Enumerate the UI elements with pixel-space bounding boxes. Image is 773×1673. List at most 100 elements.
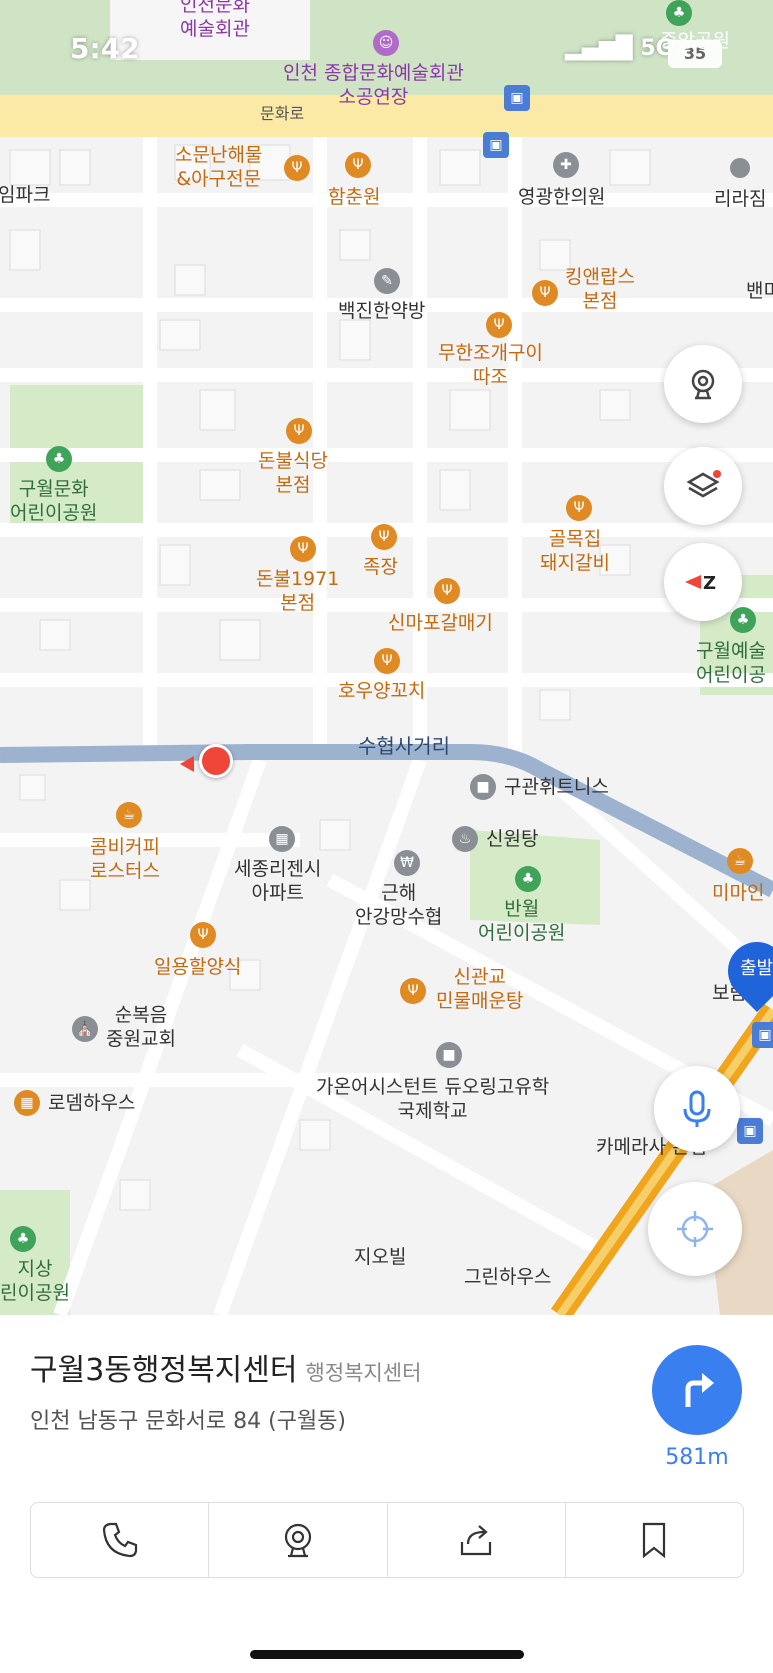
crosshair-icon <box>677 1211 713 1247</box>
poi-sumunnan[interactable]: 소문난해물 &아구전문 <box>175 144 262 192</box>
restaurant-icon: Ψ <box>290 536 316 562</box>
place-name: 구월3동행정복지센터 <box>30 1353 298 1388</box>
poi-baekjin[interactable]: 백진한약방 <box>338 300 425 324</box>
poi-guwol-park[interactable]: 구월문화 어린이공원 <box>10 478 97 526</box>
poi-geunhae[interactable]: 근해 안강망수협 <box>355 882 442 930</box>
poi-green[interactable]: 그린하우스 <box>464 1266 551 1290</box>
poi-banwol[interactable]: 반월 어린이공원 <box>478 898 565 946</box>
place-address: 인천 남동구 문화서로 84 (구월동) <box>30 1409 347 1434</box>
poi-mimain[interactable]: 미마인 <box>712 882 764 906</box>
poi-baemi[interactable]: 밴미 <box>746 280 773 304</box>
poi-sinwon[interactable]: 신원탕 <box>486 828 538 852</box>
roadview-icon <box>284 1523 311 1558</box>
bath-icon: ♨ <box>452 826 478 852</box>
poi-sinmapo[interactable]: 신마포갈매기 <box>388 612 493 636</box>
poi-incheon-art-hall[interactable]: 인천 종합문화예술회관 소공연장 <box>283 62 464 110</box>
culture-icon: ☺ <box>373 30 399 56</box>
current-location-marker[interactable] <box>199 744 233 778</box>
poi-impark[interactable]: 임파크 <box>0 184 50 208</box>
call-button[interactable] <box>31 1503 210 1577</box>
poi-rirajim[interactable]: 리라짐 <box>714 188 766 212</box>
restaurant-icon: Ψ <box>345 152 371 178</box>
place-icon: ■ <box>436 1042 462 1068</box>
poi-kingnlobs[interactable]: 킹앤랍스 본점 <box>565 266 635 314</box>
poi-ilyong[interactable]: 일용할양식 <box>154 956 241 980</box>
place-icon: ■ <box>470 774 496 800</box>
poi-gaon[interactable]: 가온어시스턴트 듀오링고유학 국제학교 <box>316 1076 549 1124</box>
compass-icon: Z <box>685 573 716 594</box>
restaurant-icon: Ψ <box>284 155 310 181</box>
bookmark-icon <box>643 1522 666 1559</box>
voice-search-button[interactable] <box>654 1066 740 1152</box>
place-title[interactable]: 구월3동행정복지센터 행정복지센터 <box>30 1345 421 1389</box>
action-bar <box>30 1502 744 1578</box>
bank-icon: ₩ <box>394 850 420 876</box>
restaurant-icon: Ψ <box>486 312 512 338</box>
bus-stop-icon[interactable]: ▣ <box>504 85 530 111</box>
poi-jisang[interactable]: 지상 린이공원 <box>0 1258 70 1306</box>
poi-gugwan[interactable]: 구관휘트니스 <box>504 776 609 800</box>
poi-singwangyo[interactable]: 신관교 민물매운탕 <box>436 966 523 1014</box>
place-category: 행정복지센터 <box>305 1361 422 1385</box>
map-view[interactable]: 5:42 ▂▄▆█ 5G 35 문화로 수협사거리 인천문화 예술회관 ☺ 인천 … <box>0 0 773 1315</box>
layers-icon <box>686 470 721 498</box>
poi-lodem[interactable]: 로뎀하우스 <box>48 1092 135 1116</box>
compass-button[interactable]: Z <box>664 543 742 621</box>
hospital-icon: ✚ <box>553 152 579 178</box>
road-label-suhyeop: 수협사거리 <box>358 734 450 758</box>
status-network: ▂▄▆█ 5G <box>565 36 674 61</box>
restaurant-icon: Ψ <box>374 648 400 674</box>
poi-golmok[interactable]: 골목집 돼지갈비 <box>540 528 610 576</box>
restaurant-icon: Ψ <box>371 524 397 550</box>
share-icon <box>461 1525 492 1556</box>
svg-text:Z: Z <box>703 573 716 594</box>
coffee-icon: ☕ <box>727 848 753 874</box>
poi-jungang-park[interactable]: 중앙공원 <box>660 30 730 54</box>
tree-icon: ♣ <box>10 1226 36 1252</box>
poi-incheon-art-hall-top[interactable]: 인천문화 예술회관 <box>180 0 250 42</box>
poi-donbul[interactable]: 돈불식당 본점 <box>258 450 328 498</box>
poi-houyang[interactable]: 호우양꼬치 <box>338 680 425 704</box>
restaurant-icon: Ψ <box>532 280 558 306</box>
poi-donbul1971[interactable]: 돈불1971 본점 <box>256 568 339 616</box>
roadview-action-button[interactable] <box>209 1503 388 1577</box>
poi-youngkwang[interactable]: 영광한의원 <box>518 186 605 210</box>
signal-icon: ▂▄▆█ <box>565 36 633 61</box>
bus-stop-icon[interactable]: ▣ <box>737 1118 763 1144</box>
heading-arrow-icon <box>180 756 194 772</box>
tree-icon: ♣ <box>666 0 692 26</box>
place-icon <box>730 158 750 178</box>
roadview-button[interactable] <box>664 345 742 423</box>
restaurant-icon: Ψ <box>566 495 592 521</box>
poi-sunbok[interactable]: 순복음 중원교회 <box>106 1004 176 1052</box>
poi-guwol-art-park[interactable]: 구월예술 어린이공 <box>696 640 766 688</box>
restaurant-icon: Ψ <box>190 922 216 948</box>
poi-sejong[interactable]: 세종리젠시 아파트 <box>234 858 321 906</box>
directions-button[interactable] <box>652 1345 742 1435</box>
restaurant-icon: Ψ <box>434 578 460 604</box>
tree-icon: ♣ <box>730 607 756 633</box>
departure-label: 출발 <box>740 958 773 979</box>
roadview-icon <box>691 369 715 400</box>
phone-icon <box>102 1522 137 1558</box>
bus-stop-icon[interactable]: ▣ <box>752 1022 773 1048</box>
home-indicator <box>250 1650 524 1659</box>
restaurant-icon: Ψ <box>400 978 426 1004</box>
apartment-icon: ▦ <box>269 826 295 852</box>
apartment-icon: ▦ <box>14 1090 40 1116</box>
poi-jiobil[interactable]: 지오빌 <box>354 1246 406 1270</box>
turn-right-arrow-icon <box>685 1373 714 1407</box>
place-info-sheet[interactable]: 구월3동행정복지센터 행정복지센터 인천 남동구 문화서로 84 (구월동) 58… <box>0 1315 773 1673</box>
restaurant-icon: Ψ <box>286 418 312 444</box>
poi-kombi[interactable]: 콤비커피 로스터스 <box>90 836 160 884</box>
layers-button[interactable] <box>664 447 742 525</box>
poi-muhanjo[interactable]: 무한조개구이 따조 <box>438 342 543 390</box>
share-button[interactable] <box>388 1503 566 1577</box>
my-location-button[interactable] <box>648 1182 742 1276</box>
pharmacy-icon: ✎ <box>374 268 400 294</box>
distance-label: 581m <box>665 1445 729 1470</box>
bus-stop-icon[interactable]: ▣ <box>483 132 509 158</box>
poi-jokjang[interactable]: 족장 <box>363 556 398 580</box>
bookmark-button[interactable] <box>566 1503 743 1577</box>
poi-hamchunwon[interactable]: 함춘원 <box>328 186 380 210</box>
